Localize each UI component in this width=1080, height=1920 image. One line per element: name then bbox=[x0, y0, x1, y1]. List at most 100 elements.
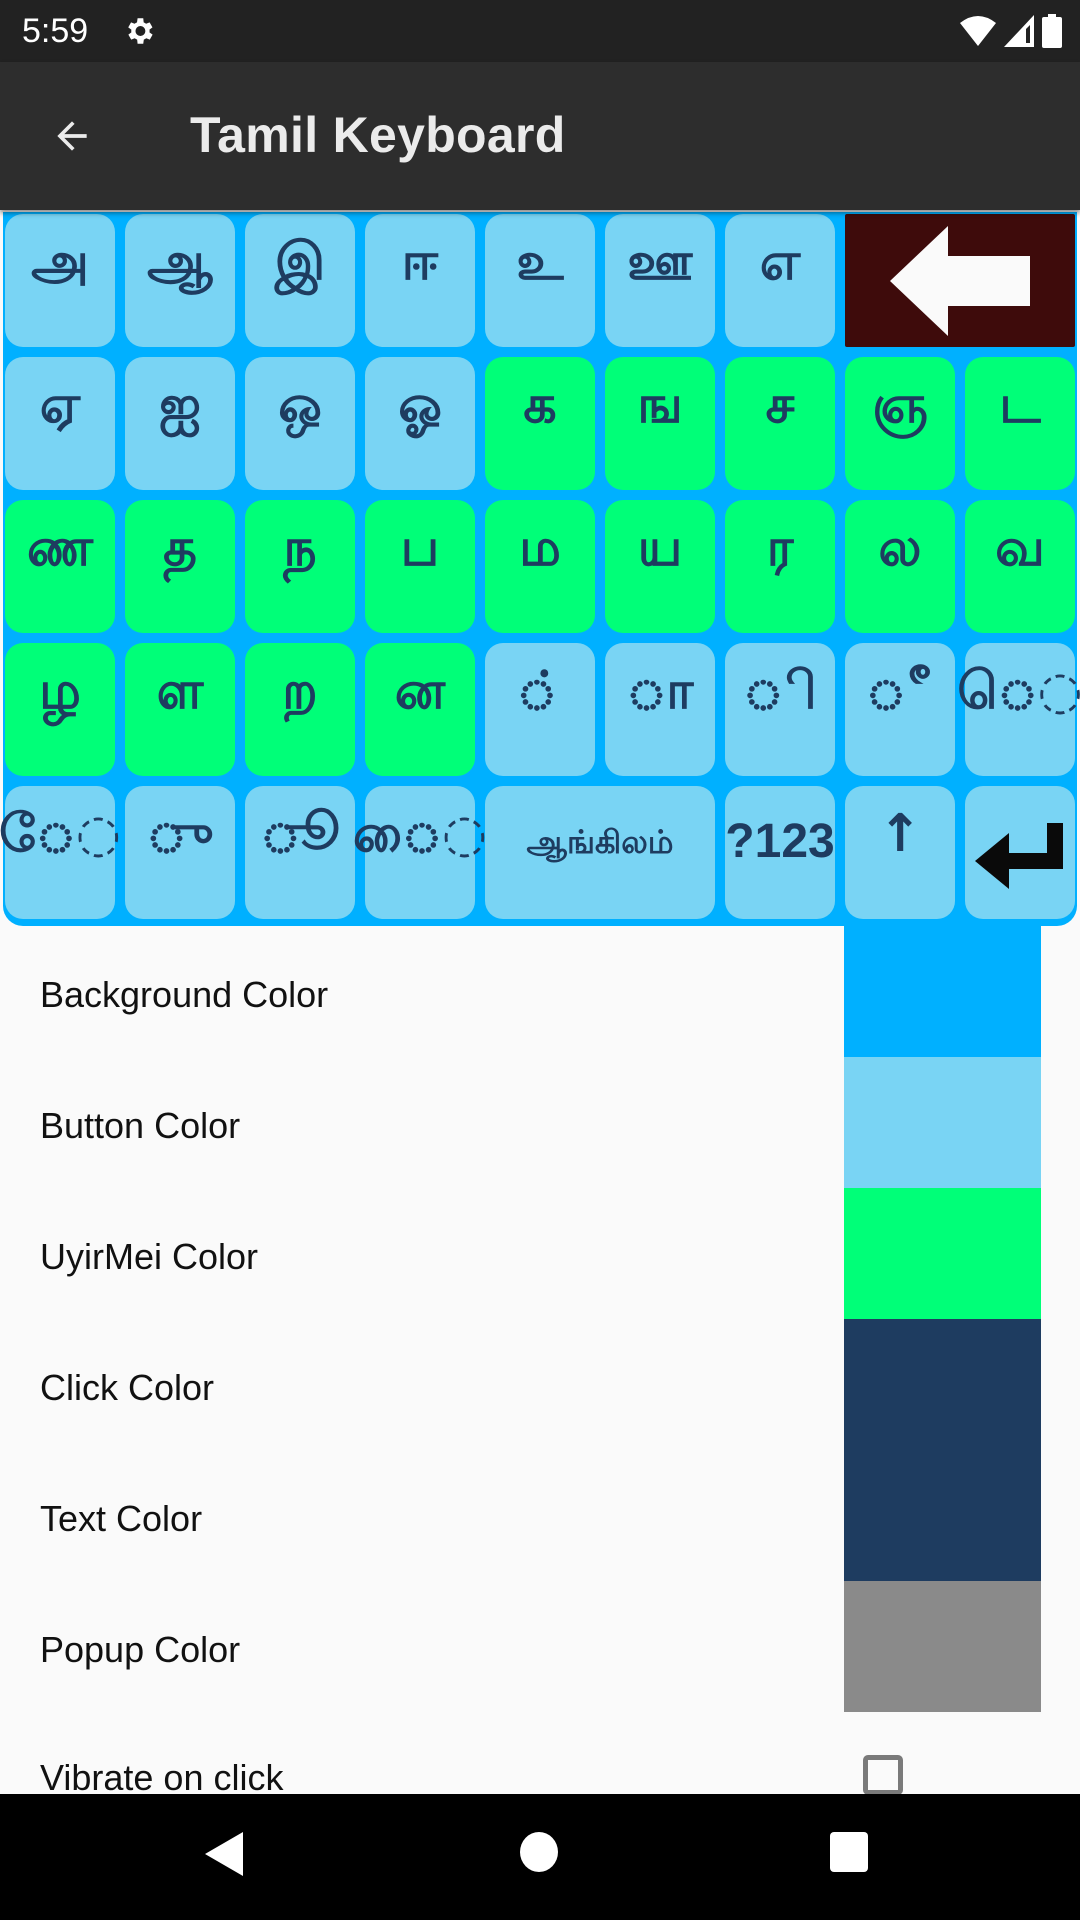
wifi-icon bbox=[960, 16, 996, 46]
key-label: ள bbox=[156, 661, 204, 721]
setting-row-button-color[interactable]: Button Color bbox=[0, 1057, 1080, 1188]
nav-home-icon[interactable] bbox=[520, 1832, 558, 1872]
key-char[interactable]: ஊ bbox=[605, 214, 715, 347]
key-char[interactable]: ஈ bbox=[365, 214, 475, 347]
key-char[interactable]: ட bbox=[965, 357, 1075, 490]
setting-label: UyirMei Color bbox=[40, 1236, 259, 1277]
setting-row-uyirmei-color[interactable]: UyirMei Color bbox=[0, 1188, 1080, 1319]
color-swatch[interactable] bbox=[844, 1188, 1041, 1319]
key-label: ஈ bbox=[401, 232, 439, 292]
key-char[interactable]: ◌ா bbox=[605, 643, 715, 776]
setting-row-popup-color[interactable]: Popup Color bbox=[0, 1581, 1080, 1712]
nav-recents-icon[interactable] bbox=[830, 1832, 868, 1872]
arrow-back-icon[interactable] bbox=[48, 114, 96, 158]
cell-signal-icon bbox=[1004, 15, 1034, 47]
key-backspace[interactable] bbox=[845, 214, 1075, 347]
app-toolbar: Tamil Keyboard bbox=[0, 62, 1080, 210]
vibrate-label: Vibrate on click bbox=[40, 1757, 284, 1798]
key-char[interactable]: இ bbox=[245, 214, 355, 347]
key-label: எ bbox=[759, 232, 801, 292]
setting-label: Text Color bbox=[40, 1498, 203, 1539]
setting-row-text-color[interactable]: Text Color bbox=[0, 1450, 1080, 1581]
key-label: ந bbox=[283, 518, 317, 578]
setting-row-background-color[interactable]: Background Color bbox=[0, 926, 1080, 1057]
key-char[interactable]: ம bbox=[485, 500, 595, 633]
key-char[interactable]: ங bbox=[605, 357, 715, 490]
enter-return-icon bbox=[975, 822, 1063, 889]
key-char[interactable]: ய bbox=[605, 500, 715, 633]
key-label: ை◌ bbox=[352, 804, 488, 864]
key-enter[interactable] bbox=[965, 786, 1075, 919]
key-char[interactable]: ற bbox=[245, 643, 355, 776]
key-char[interactable]: ஆ bbox=[125, 214, 235, 347]
key-char[interactable]: ஏ bbox=[5, 357, 115, 490]
setting-row-click-color[interactable]: Click Color bbox=[0, 1319, 1080, 1450]
key-char[interactable]: க bbox=[485, 357, 595, 490]
key-label: ண bbox=[26, 518, 94, 578]
key-label: ஞ bbox=[872, 375, 928, 435]
key-char[interactable]: ை◌ bbox=[353, 786, 487, 919]
color-swatch[interactable] bbox=[844, 926, 1041, 1057]
key-char[interactable]: உ bbox=[485, 214, 595, 347]
key-label: அ bbox=[31, 232, 89, 292]
key-label: ர bbox=[766, 518, 794, 578]
key-language-switch[interactable]: ஆங்கிலம் bbox=[485, 786, 715, 919]
key-char[interactable]: ண bbox=[5, 500, 115, 633]
color-swatch[interactable] bbox=[844, 1450, 1041, 1581]
key-shift[interactable]: ↑ bbox=[845, 786, 955, 919]
key-char[interactable]: ஓ bbox=[365, 357, 475, 490]
key-char[interactable]: ◌ி bbox=[725, 643, 835, 776]
key-char[interactable]: ெ◌ bbox=[957, 643, 1080, 776]
key-char[interactable]: ச bbox=[725, 357, 835, 490]
key-symbols[interactable]: ?123 bbox=[725, 786, 835, 919]
key-char[interactable]: ப bbox=[365, 500, 475, 633]
key-label: ம bbox=[519, 518, 561, 578]
key-char[interactable]: ◌ூ bbox=[245, 786, 355, 919]
color-swatch[interactable] bbox=[844, 1581, 1041, 1712]
key-label: ◌ி bbox=[743, 661, 817, 721]
key-label: ய bbox=[637, 518, 683, 578]
key-label: ல bbox=[878, 518, 922, 578]
key-label: இ bbox=[274, 232, 326, 292]
key-char[interactable]: ள bbox=[125, 643, 235, 776]
color-swatch[interactable] bbox=[844, 1057, 1041, 1188]
key-char[interactable]: ◌் bbox=[485, 643, 595, 776]
key-char[interactable]: ல bbox=[845, 500, 955, 633]
key-label: ச bbox=[765, 375, 795, 435]
color-swatch[interactable] bbox=[844, 1319, 1041, 1450]
key-char[interactable]: ந bbox=[245, 500, 355, 633]
key-char[interactable]: ◌ீ bbox=[845, 643, 955, 776]
key-char[interactable]: ◌ு bbox=[125, 786, 235, 919]
key-label: ஆ bbox=[147, 232, 213, 292]
settings-list: Background Color Button Color UyirMei Colo… bbox=[0, 926, 1080, 1712]
key-label: ஊ bbox=[627, 232, 693, 292]
key-label: உ bbox=[516, 232, 564, 292]
key-char[interactable]: ர bbox=[725, 500, 835, 633]
key-label: ங bbox=[637, 375, 683, 435]
setting-label: Popup Color bbox=[40, 1629, 241, 1670]
key-char[interactable]: ன bbox=[365, 643, 475, 776]
key-char[interactable]: எ bbox=[725, 214, 835, 347]
key-label: ◌ூ bbox=[260, 804, 340, 864]
key-label: ே◌ bbox=[0, 804, 121, 864]
status-bar: 5:59 bbox=[0, 0, 1080, 62]
key-char[interactable]: அ bbox=[5, 214, 115, 347]
key-char[interactable]: ஞ bbox=[845, 357, 955, 490]
key-char[interactable]: ஒ bbox=[245, 357, 355, 490]
key-char[interactable]: ஐ bbox=[125, 357, 235, 490]
key-label: வ bbox=[995, 518, 1045, 578]
key-label: ெ◌ bbox=[957, 661, 1080, 721]
key-label: ?123 bbox=[725, 815, 835, 868]
key-label: க bbox=[523, 375, 557, 435]
setting-label: Background Color bbox=[40, 974, 329, 1015]
key-char[interactable]: ழ bbox=[5, 643, 115, 776]
vibrate-checkbox[interactable] bbox=[863, 1755, 903, 1795]
key-char[interactable]: ே◌ bbox=[0, 786, 121, 919]
nav-back-icon[interactable] bbox=[205, 1832, 245, 1876]
key-char[interactable]: த bbox=[125, 500, 235, 633]
key-label: ◌் bbox=[516, 661, 563, 721]
key-label: ட bbox=[999, 375, 1041, 435]
battery-icon bbox=[1042, 14, 1062, 48]
key-char[interactable]: வ bbox=[965, 500, 1075, 633]
key-label: ஒ bbox=[278, 375, 322, 435]
